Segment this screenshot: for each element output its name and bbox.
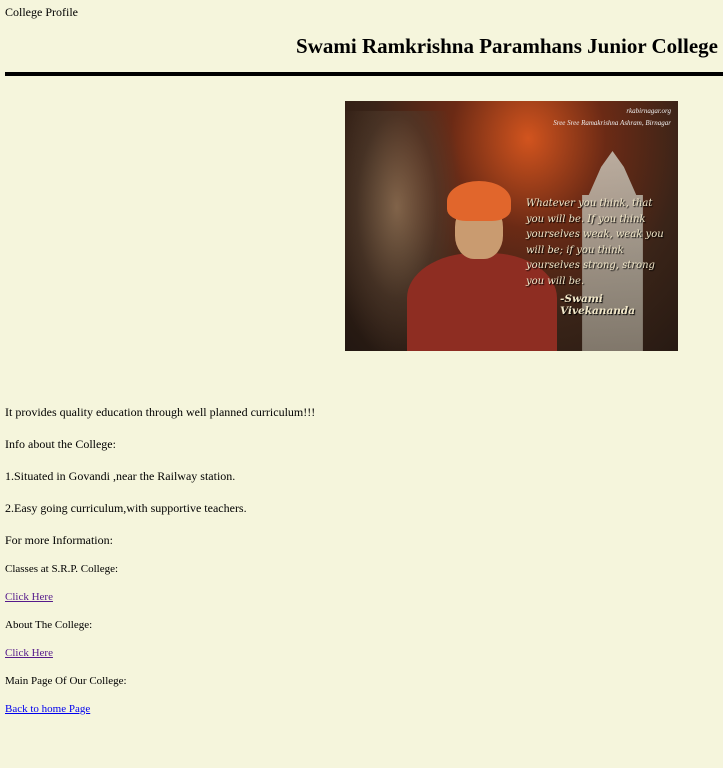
hero-watermark-org: Sree Sree Ramakrishna Ashram, Birnagar (553, 119, 671, 127)
classes-link[interactable]: Click Here (5, 591, 53, 603)
more-info-heading: For more Information: (5, 533, 113, 547)
info-point-1: 1.Situated in Govandi ,near the Railway … (5, 469, 236, 483)
page-top-label: College Profile (5, 5, 78, 19)
hero-watermark-site: rkabirnagar.org (626, 107, 671, 115)
classes-label: Classes at S.R.P. College: (5, 563, 119, 575)
page-title: Swami Ramkrishna Paramhans Junior Colleg… (296, 34, 718, 58)
about-label: About The College: (5, 619, 93, 631)
about-link[interactable]: Click Here (5, 647, 53, 659)
info-heading: Info about the College: (5, 437, 116, 451)
intro-text: It provides quality education through we… (5, 405, 316, 419)
hero-turban (447, 181, 511, 221)
hero-quote-author: -Swami Vivekananda (560, 293, 636, 317)
title-divider (5, 72, 723, 76)
home-page-link[interactable]: Back to home Page (5, 703, 90, 715)
hero-image: rkabirnagar.org Sree Sree Ramakrishna As… (345, 101, 678, 351)
main-page-label: Main Page Of Our College: (5, 675, 127, 687)
info-point-2: 2.Easy going curriculum,with supportive … (5, 501, 247, 515)
hero-quote: Whatever you think, that you will be. If… (526, 198, 664, 287)
